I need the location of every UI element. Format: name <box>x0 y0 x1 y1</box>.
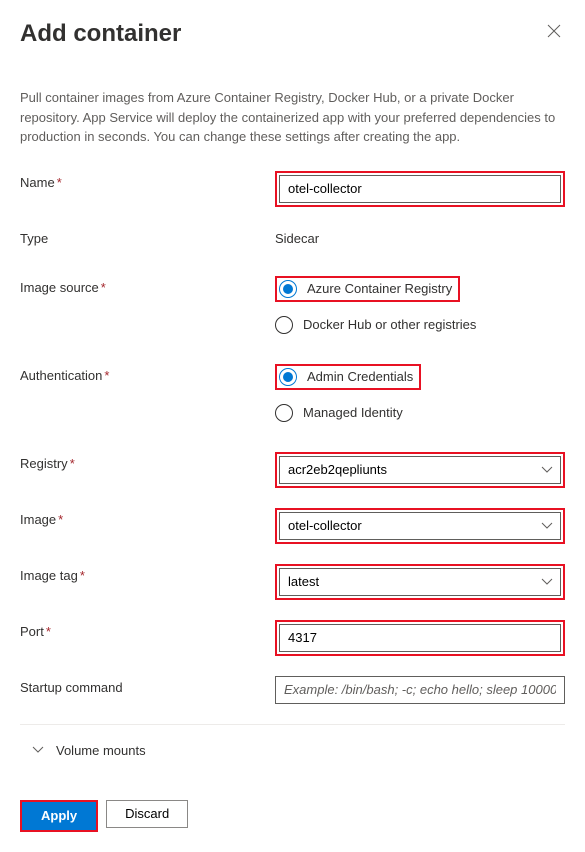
image-tag-label: Image tag* <box>20 564 275 583</box>
volume-mounts-label: Volume mounts <box>56 743 146 758</box>
close-icon <box>547 24 561 38</box>
image-tag-select[interactable] <box>279 568 561 596</box>
radio-acr-label: Azure Container Registry <box>307 281 452 296</box>
discard-button[interactable]: Discard <box>106 800 188 828</box>
registry-label: Registry* <box>20 452 275 471</box>
image-source-label: Image source* <box>20 276 275 295</box>
chevron-down-icon <box>32 746 44 754</box>
field-type: Type Sidecar <box>20 227 565 246</box>
radio-icon <box>279 368 297 386</box>
radio-admin[interactable]: Admin Credentials <box>279 368 413 386</box>
field-image: Image* <box>20 508 565 544</box>
radio-managed[interactable]: Managed Identity <box>275 404 565 422</box>
footer: Apply Discard <box>20 800 565 832</box>
name-label: Name* <box>20 171 275 190</box>
field-image-tag: Image tag* <box>20 564 565 600</box>
apply-button[interactable]: Apply <box>22 802 96 830</box>
startup-label: Startup command <box>20 676 275 695</box>
field-image-source: Image source* Azure Container Registry D… <box>20 276 565 334</box>
radio-managed-label: Managed Identity <box>303 405 403 420</box>
port-input[interactable] <box>279 624 561 652</box>
image-select[interactable] <box>279 512 561 540</box>
field-name: Name* <box>20 171 565 207</box>
name-input[interactable] <box>279 175 561 203</box>
radio-acr[interactable]: Azure Container Registry <box>279 280 452 298</box>
field-registry: Registry* <box>20 452 565 488</box>
startup-input[interactable] <box>275 676 565 704</box>
page-title: Add container <box>20 20 181 48</box>
field-port: Port* <box>20 620 565 656</box>
radio-admin-label: Admin Credentials <box>307 369 413 384</box>
type-label: Type <box>20 227 275 246</box>
panel-header: Add container <box>20 20 565 48</box>
image-label: Image* <box>20 508 275 527</box>
registry-select[interactable] <box>279 456 561 484</box>
radio-docker-label: Docker Hub or other registries <box>303 317 476 332</box>
radio-docker[interactable]: Docker Hub or other registries <box>275 316 565 334</box>
volume-mounts-accordion[interactable]: Volume mounts <box>20 739 565 762</box>
authentication-label: Authentication* <box>20 364 275 383</box>
close-button[interactable] <box>543 20 565 46</box>
radio-icon <box>279 280 297 298</box>
radio-icon <box>275 316 293 334</box>
radio-icon <box>275 404 293 422</box>
type-value: Sidecar <box>275 227 565 246</box>
field-startup-command: Startup command <box>20 676 565 704</box>
port-label: Port* <box>20 620 275 639</box>
divider <box>20 724 565 725</box>
panel-description: Pull container images from Azure Contain… <box>20 88 565 147</box>
field-authentication: Authentication* Admin Credentials Manage… <box>20 364 565 422</box>
